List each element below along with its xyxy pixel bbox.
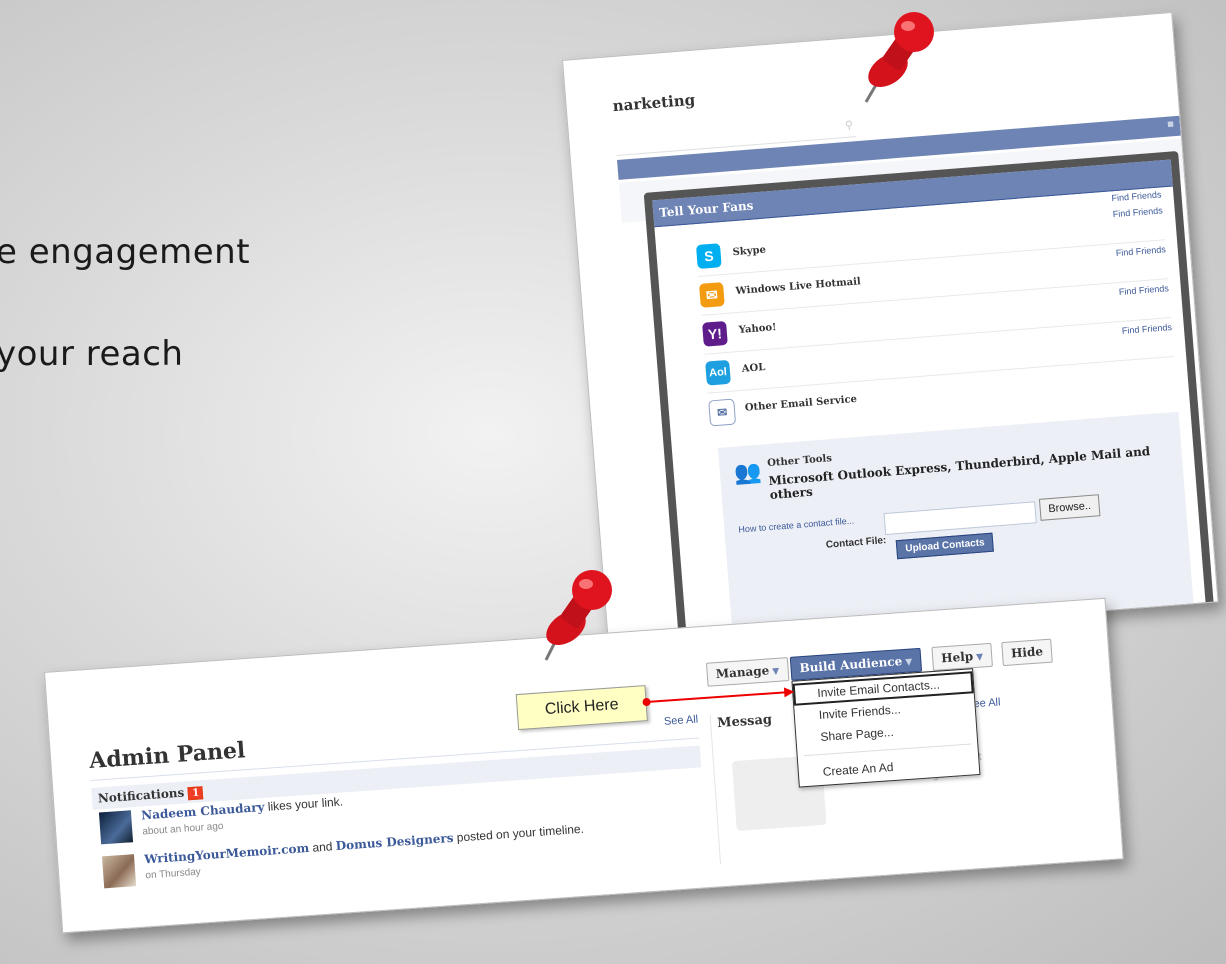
see-all-link[interactable]: See All <box>664 713 699 727</box>
click-here-callout: Click Here <box>515 685 648 731</box>
contact-file-label: Contact File: <box>825 535 887 551</box>
browse-button[interactable]: Browse.. <box>1038 494 1101 521</box>
service-name: Other Email Service <box>744 393 858 414</box>
aol-icon: Aol <box>705 359 731 386</box>
arrow-head-icon <box>783 686 795 698</box>
service-name: Windows Live Hotmail <box>735 276 862 298</box>
hide-button[interactable]: Hide <box>1001 638 1053 667</box>
service-name: Yahoo! <box>738 322 777 336</box>
manage-button[interactable]: Manage ▼ <box>705 657 789 687</box>
people-icon: 👥 <box>732 458 763 486</box>
service-name: Skype <box>732 244 767 259</box>
admin-panel-title: Admin Panel <box>88 737 247 775</box>
notification-time: about an hour ago <box>142 820 224 838</box>
build-audience-menu: Invite Email Contacts... Invite Friends.… <box>791 668 981 788</box>
howto-contact-file-link[interactable]: How to create a contact file... <box>738 516 854 535</box>
chevron-down-icon: ▼ <box>975 652 984 663</box>
pushpin-icon <box>864 12 934 103</box>
notifications-count-badge: 1 <box>187 786 204 801</box>
hotmail-icon: ✉ <box>698 282 725 308</box>
other-tools-label: Other Tools <box>766 453 833 470</box>
help-button[interactable]: Help ▼ <box>931 642 993 671</box>
chevron-down-icon: ▼ <box>904 657 913 668</box>
tell-your-fans-dialog: Tell Your Fans Find Friends S Skype Find… <box>643 150 1217 651</box>
other-tools-description: Microsoft Outlook Express, Thunderbird, … <box>768 444 1151 503</box>
skype-icon: S <box>695 243 722 269</box>
arrow-line <box>644 690 793 704</box>
find-friends-link[interactable]: Find Friends <box>1122 322 1173 336</box>
avatar <box>102 854 137 889</box>
page-title: narketing <box>612 90 696 116</box>
slide-bullet-engagement: e engagement <box>0 232 251 272</box>
lock-icon: ■ <box>1166 118 1175 131</box>
notification-time: on Thursday <box>145 866 202 882</box>
find-friends-link[interactable]: Find Friends <box>1118 283 1169 297</box>
chevron-down-icon: ▼ <box>772 666 780 678</box>
upload-contacts-button[interactable]: Upload Contacts <box>895 532 995 560</box>
avatar <box>98 810 134 845</box>
envelope-icon: ✉ <box>708 398 737 427</box>
slide-bullet-reach: your reach <box>0 334 184 374</box>
pushpin-icon <box>544 570 612 661</box>
actor-link[interactable]: Domus Designers <box>335 831 454 853</box>
search-icon[interactable]: ⚲ <box>845 118 854 132</box>
actor-link[interactable]: WritingYourMemoir.com <box>144 841 310 866</box>
yahoo-icon: Y! <box>702 320 728 347</box>
service-name: AOL <box>741 362 766 375</box>
messages-label: Messag <box>716 712 773 732</box>
contact-file-input[interactable] <box>883 501 1037 536</box>
find-friends-link[interactable]: Find Friends <box>1112 205 1163 219</box>
find-friends-link[interactable]: Find Friends <box>1115 244 1166 258</box>
